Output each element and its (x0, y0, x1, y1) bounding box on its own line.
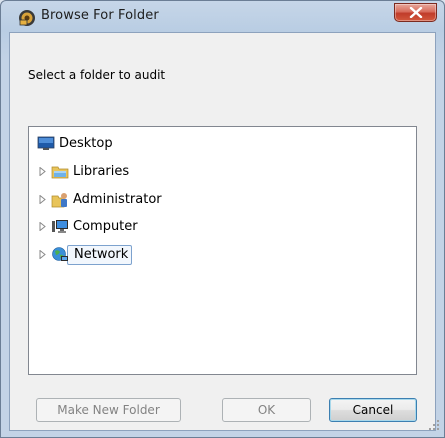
browse-for-folder-dialog: Browse For Folder Select a folder to aud… (0, 0, 445, 438)
expand-arrow-icon[interactable] (39, 195, 46, 204)
expand-arrow-icon[interactable] (39, 250, 46, 259)
ok-button[interactable]: OK (222, 398, 311, 422)
tree-item-label: Computer (73, 219, 138, 234)
cancel-button[interactable]: Cancel (329, 398, 417, 422)
title-bar[interactable]: Browse For Folder (1, 1, 444, 35)
tree-item-libraries[interactable]: Libraries (37, 162, 237, 182)
make-new-folder-button[interactable]: Make New Folder (36, 398, 181, 422)
network-icon (52, 247, 68, 261)
libraries-icon (51, 166, 69, 179)
expand-arrow-icon[interactable] (39, 167, 46, 176)
window-title: Browse For Folder (41, 8, 159, 23)
tree-item-label: Desktop (59, 136, 113, 151)
tree-item-desktop[interactable]: Desktop (37, 134, 237, 154)
computer-icon (52, 220, 68, 233)
prompt-text: Select a folder to audit (28, 68, 166, 82)
desktop-icon (37, 136, 55, 150)
app-icon (19, 10, 35, 26)
tree-item-computer[interactable]: Computer (37, 217, 237, 237)
expand-arrow-icon[interactable] (39, 222, 46, 231)
tree-item-network[interactable]: Network (37, 245, 237, 265)
tree-item-administrator[interactable]: Administrator (37, 190, 237, 210)
folder-tree[interactable]: Desktop Libraries Administrator Computer… (28, 126, 417, 375)
resize-grip-icon[interactable] (428, 419, 440, 431)
tree-item-label: Libraries (73, 164, 130, 179)
user-folder-icon (51, 193, 67, 208)
close-button[interactable] (394, 3, 437, 22)
close-icon (409, 7, 423, 18)
tree-item-label: Network (67, 245, 133, 265)
tree-item-label: Administrator (73, 192, 162, 207)
